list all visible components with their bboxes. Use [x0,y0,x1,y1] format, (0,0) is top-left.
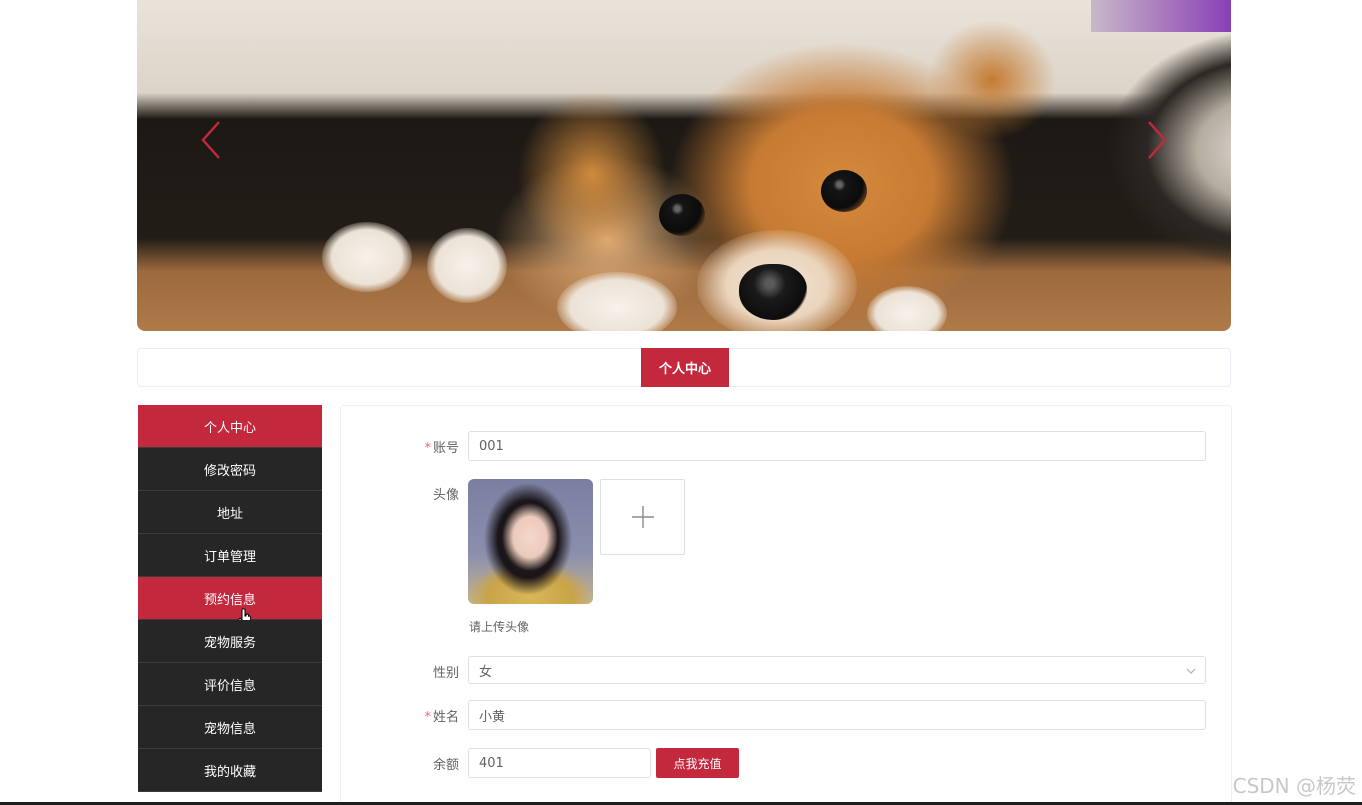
sidebar-item-pet-service[interactable]: 宠物服务 [138,620,322,663]
chevron-down-icon [1186,668,1196,674]
account-value: 001 [479,438,504,454]
required-mark: * [424,441,431,456]
dog-paw [557,272,677,331]
dog-paw [427,228,507,303]
dog-eye-right [821,170,867,212]
sidebar-item-label: 预约信息 [203,592,256,608]
balance-value: 401 [479,755,504,771]
tab-personal-center[interactable]: 个人中心 [641,348,729,387]
sidebar-item-label: 地址 [216,506,243,522]
avatar-image [468,479,593,604]
recharge-button[interactable]: 点我充值 [656,748,739,778]
account-input[interactable]: 001 [468,431,1206,461]
sidebar-item-label: 订单管理 [203,549,256,565]
sidebar-item-my-favorites[interactable]: 我的收藏 [138,749,322,792]
sidebar-item-label: 修改密码 [203,463,256,479]
sidebar-item-label: 我的收藏 [203,764,256,780]
name-value: 小黄 [479,709,506,725]
name-label: * 姓名 [424,710,459,725]
balance-input[interactable]: 401 [468,748,651,778]
gender-value: 女 [479,664,493,680]
sidebar-item-label: 个人中心 [203,420,256,436]
dog-paw [322,222,412,292]
sidebar-item-change-password[interactable]: 修改密码 [138,448,322,491]
watermark: CSDN @杨荧 [1232,774,1356,798]
carousel-next-button[interactable] [1135,118,1175,162]
banner-background-purple [1091,0,1231,32]
sidebar-item-personal-center[interactable]: 个人中心 [138,405,322,448]
dog-ear-left [517,90,667,260]
sidebar-menu: 个人中心 修改密码 地址 订单管理 预约信息 宠物服务 评价信息 宠物信息 我的… [138,405,322,792]
sidebar-item-order-management[interactable]: 订单管理 [138,534,322,577]
account-label: * 账号 [424,441,459,456]
sidebar-item-label: 宠物信息 [203,721,256,737]
dog-paw [867,286,947,331]
dog-ear-right [927,20,1057,140]
sidebar-item-label: 评价信息 [203,678,256,694]
dog-eye-left [659,194,705,236]
gender-select[interactable]: 女 [468,656,1206,684]
sidebar-item-review-info[interactable]: 评价信息 [138,663,322,706]
sidebar-item-address[interactable]: 地址 [138,491,322,534]
required-mark: * [424,710,431,725]
profile-form-panel: * 账号 001 头像 请上传头像 性别 女 * 姓名 小黄 余额 401 点我充值 [340,405,1232,805]
gender-label: 性别 [432,666,459,681]
dog-nose [739,264,807,320]
balance-label: 余额 [432,758,459,773]
sidebar-item-label: 宠物服务 [203,635,256,651]
chevron-left-icon [201,121,220,159]
plus-icon [631,506,654,528]
top-nav-bar: 个人中心 [137,348,1231,387]
chevron-right-icon [1148,121,1167,159]
sidebar-item-pet-info[interactable]: 宠物信息 [138,706,322,749]
carousel-prev-button[interactable] [193,118,233,162]
avatar-label: 头像 [432,488,459,503]
name-input[interactable]: 小黄 [468,700,1206,730]
sidebar-item-appointment-info[interactable]: 预约信息 [138,577,322,627]
avatar-upload-button[interactable] [600,479,685,555]
upload-hint: 请上传头像 [469,620,530,634]
carousel-banner [137,0,1231,331]
